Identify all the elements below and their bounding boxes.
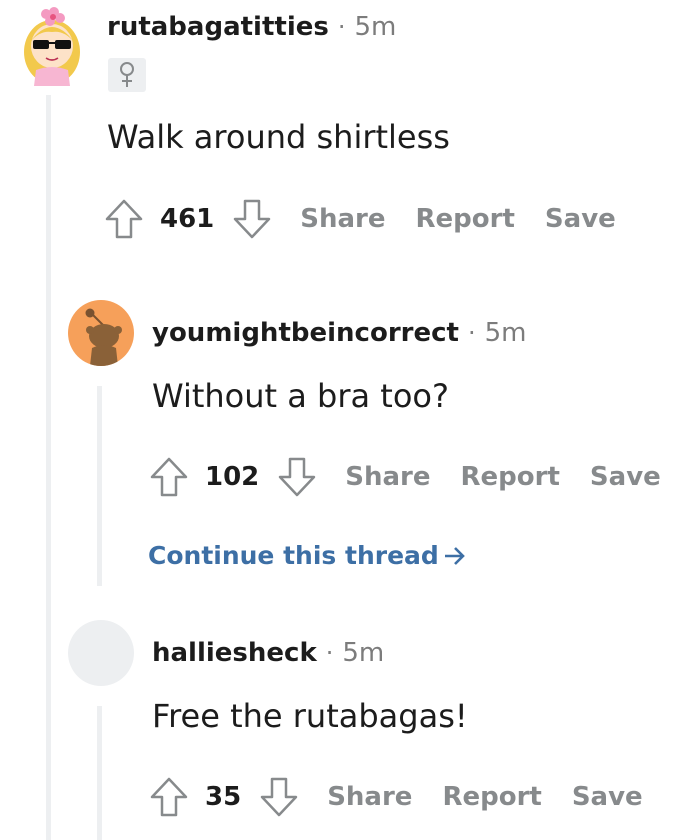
vote-score: 461 — [160, 204, 215, 234]
comment-body: Without a bra too? — [152, 377, 449, 415]
save-button[interactable]: Save — [545, 204, 616, 234]
downvote-button[interactable] — [275, 454, 319, 500]
upvote-arrow-icon — [150, 457, 188, 497]
continue-thread-label: Continue this thread — [148, 541, 439, 570]
thread-line-reply-1[interactable] — [97, 386, 102, 586]
comment-timestamp[interactable]: 5m — [354, 12, 396, 42]
comment-timestamp[interactable]: 5m — [485, 318, 527, 348]
report-button[interactable]: Report — [416, 204, 515, 234]
vote-score: 102 — [205, 462, 260, 492]
downvote-button[interactable] — [230, 196, 274, 242]
save-button[interactable]: Save — [572, 782, 643, 812]
downvote-arrow-icon — [279, 457, 316, 497]
comment-body: Free the rutabagas! — [152, 697, 468, 735]
arrow-right-icon — [444, 546, 465, 565]
save-button[interactable]: Save — [590, 462, 661, 492]
comment-actions: 102 Share Report Save — [147, 454, 661, 500]
female-symbol-icon — [120, 62, 134, 87]
vote-score: 35 — [205, 782, 242, 812]
meta-separator: · — [325, 639, 334, 667]
share-button[interactable]: Share — [345, 462, 430, 492]
comment-body: Walk around shirtless — [107, 118, 450, 156]
avatar-youmightbeincorrect[interactable] — [68, 300, 134, 366]
upvote-button[interactable] — [147, 454, 191, 500]
thread-line-reply-2[interactable] — [97, 706, 102, 840]
upvote-button[interactable] — [147, 774, 191, 820]
report-button[interactable]: Report — [442, 782, 541, 812]
comment-timestamp[interactable]: 5m — [342, 638, 384, 668]
user-flair — [108, 58, 146, 92]
avatar-halliesheck[interactable] — [68, 620, 134, 686]
downvote-arrow-icon — [234, 199, 271, 239]
upvote-arrow-icon — [150, 777, 188, 817]
comment-meta: youmightbeincorrect · 5m — [152, 318, 526, 348]
comment-meta: rutabagatitties · 5m — [107, 12, 396, 42]
username-link[interactable]: rutabagatitties — [107, 12, 329, 42]
continue-thread-link[interactable]: Continue this thread — [148, 541, 468, 570]
meta-separator: · — [337, 13, 346, 41]
share-button[interactable]: Share — [327, 782, 412, 812]
comment-actions: 461 Share Report Save — [102, 196, 616, 242]
downvote-button[interactable] — [257, 774, 301, 820]
username-link[interactable]: youmightbeincorrect — [152, 318, 459, 348]
avatar-rutabagatitties[interactable] — [20, 6, 84, 86]
username-link[interactable]: halliesheck — [152, 638, 317, 668]
meta-separator: · — [467, 319, 476, 347]
downvote-arrow-icon — [260, 777, 298, 817]
share-button[interactable]: Share — [300, 204, 385, 234]
upvote-button[interactable] — [102, 196, 146, 242]
snoo-icon — [85, 308, 122, 366]
thread-line-main[interactable] — [46, 95, 51, 840]
report-button[interactable]: Report — [461, 462, 560, 492]
upvote-arrow-icon — [105, 199, 143, 239]
comment-actions: 35 Share Report Save — [147, 774, 643, 820]
comment-meta: halliesheck · 5m — [152, 638, 384, 668]
